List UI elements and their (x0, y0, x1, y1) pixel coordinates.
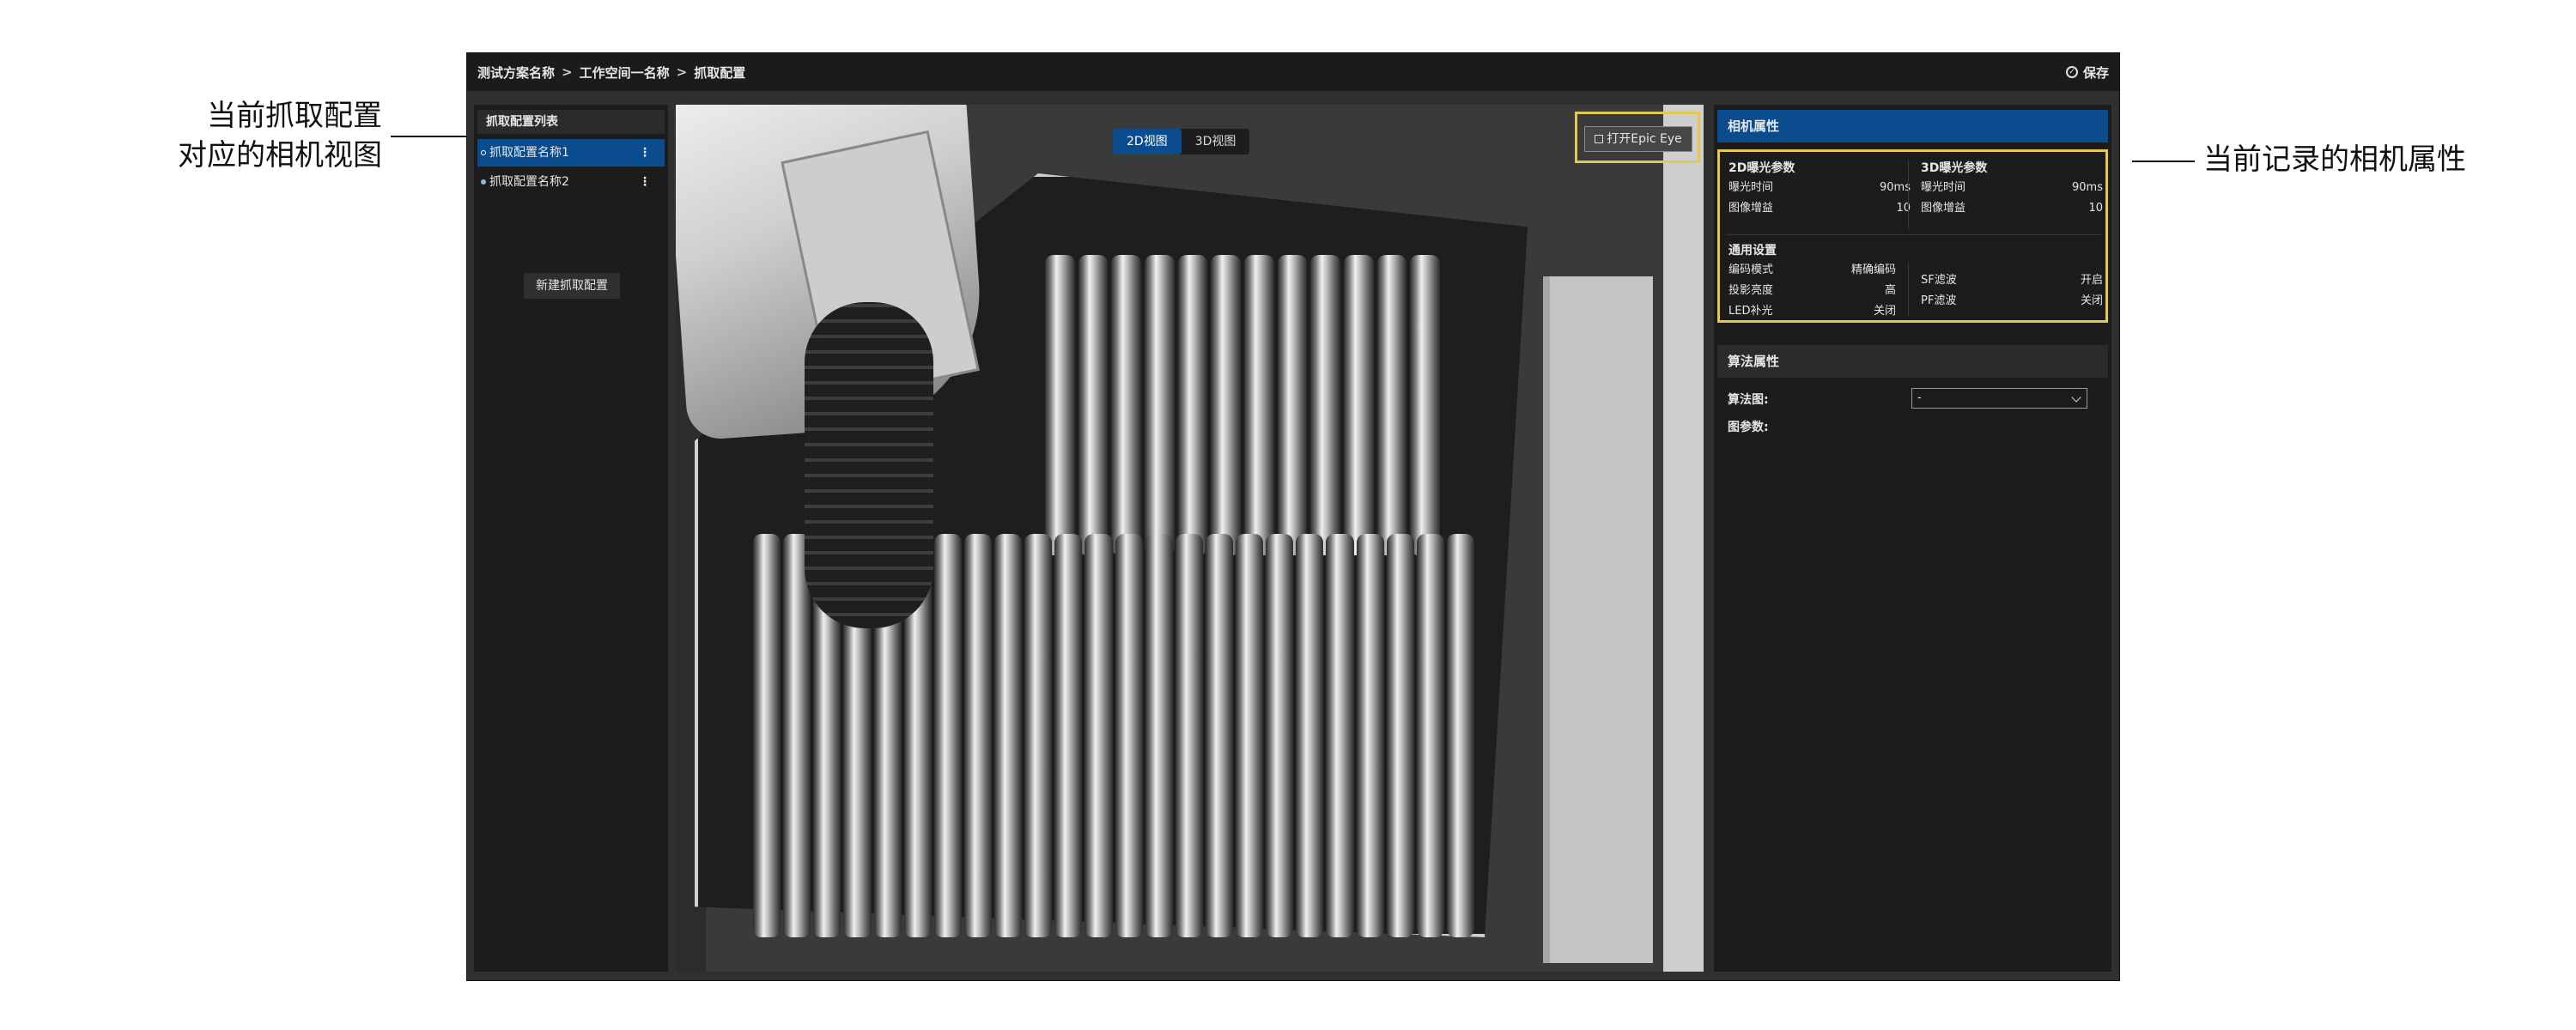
breadcrumb-separator: > (676, 64, 688, 80)
camera-properties-box: 2D曝光参数 曝光时间 90ms 图像增益 10 3D曝光参数 曝光时间 90m… (1717, 149, 2108, 323)
param-label: 图像增益 (1921, 202, 1966, 215)
params-3d: 3D曝光参数 曝光时间 90ms 图像增益 10 (1921, 159, 2103, 219)
open-epic-eye-button[interactable]: 打开Epic Eye (1584, 126, 1692, 152)
divider (1908, 161, 1909, 229)
more-vertical-icon[interactable]: ⋮ (639, 139, 651, 167)
param-label: 曝光时间 (1921, 181, 1966, 194)
general-settings-left: 编码模式 精确编码 投影亮度 高 LED补光 关闭 (1728, 260, 1896, 322)
param-value: 高 (1884, 284, 1896, 297)
dot-icon (481, 179, 486, 185)
params-2d-title: 2D曝光参数 (1728, 161, 1795, 175)
algorithm-map-label: 算法图: (1728, 393, 1769, 407)
param-value: 关闭 (2080, 294, 2103, 307)
algorithm-map-value: - (1917, 391, 1922, 404)
breadcrumb-item-scheme[interactable]: 测试方案名称 (477, 64, 555, 82)
open-epic-eye-label: 打开Epic Eye (1607, 132, 1682, 146)
graph-params-label: 图参数: (1728, 421, 1769, 434)
grab-config-item-label: 抓取配置名称1 (489, 146, 569, 160)
tab-3d-view[interactable]: 3D视图 (1182, 129, 1250, 154)
param-row: 图像增益 10 (1728, 198, 1911, 219)
param-row: 投影亮度 高 (1728, 281, 1896, 301)
camera-view[interactable]: 2D视图 3D视图 打开Epic Eye (676, 105, 1704, 972)
param-label: LED补光 (1728, 305, 1773, 318)
camera-image-rail (1663, 105, 1704, 972)
grab-config-item-label: 抓取配置名称2 (489, 175, 569, 189)
param-value: 关闭 (1873, 305, 1896, 318)
save-button[interactable]: ✓ 保存 (2065, 64, 2109, 82)
open-external-icon (1595, 135, 1604, 143)
param-row: 图像增益 10 (1921, 198, 2103, 219)
camera-image-cable (805, 302, 933, 628)
param-label: PF滤波 (1921, 294, 1957, 307)
param-row: 曝光时间 90ms (1921, 178, 2103, 198)
divider (1908, 264, 1909, 317)
algorithm-map-select[interactable]: - (1911, 388, 2087, 409)
param-value: 精确编码 (1850, 264, 1896, 276)
left-annotation: 当前抓取配置 对应的相机视图 (129, 96, 382, 175)
param-value: 10 (2088, 202, 2103, 215)
param-label: 编码模式 (1728, 264, 1774, 276)
grab-config-item-1[interactable]: 抓取配置名称1 ⋮ (477, 139, 665, 167)
param-row: SF滤波 开启 (1921, 270, 2103, 291)
param-value: 开启 (2080, 274, 2103, 287)
algorithm-properties-title: 算法属性 (1717, 345, 2108, 378)
grab-config-list-title: 抓取配置列表 (477, 110, 665, 134)
chevron-down-icon (2071, 392, 2081, 403)
save-button-label: 保存 (2082, 64, 2109, 81)
camera-properties-title: 相机属性 (1717, 110, 2108, 142)
general-settings-right: SF滤波 开启 PF滤波 关闭 (1921, 270, 2103, 312)
param-label: SF滤波 (1921, 274, 1957, 287)
params-3d-title: 3D曝光参数 (1921, 161, 1988, 175)
param-row: 曝光时间 90ms (1728, 178, 1911, 198)
param-label: 曝光时间 (1728, 181, 1774, 194)
properties-panel: 相机属性 2D曝光参数 曝光时间 90ms 图像增益 10 3D曝光参数 曝光时… (1714, 105, 2111, 972)
app-window: 测试方案名称 > 工作空间一名称 > 抓取配置 ✓ 保存 抓取配置列表 抓取配置… (466, 52, 2120, 981)
param-label: 图像增益 (1728, 202, 1774, 215)
param-value: 90ms (2072, 181, 2103, 194)
param-label: 投影亮度 (1728, 284, 1774, 297)
view-mode-toggle: 2D视图 3D视图 (1113, 129, 1250, 154)
tab-2d-view[interactable]: 2D视图 (1113, 129, 1182, 154)
param-row: 编码模式 精确编码 (1728, 260, 1896, 281)
top-bar: 测试方案名称 > 工作空间一名称 > 抓取配置 ✓ 保存 (467, 53, 2119, 91)
active-dot-icon (481, 150, 486, 155)
breadcrumb-item-current: 抓取配置 (694, 64, 746, 81)
left-annotation-line2: 对应的相机视图 (178, 138, 382, 173)
right-annotation: 当前记录的相机属性 (2203, 142, 2466, 177)
camera-image-rail (1543, 276, 1653, 963)
new-grab-config-button[interactable]: 新建抓取配置 (524, 273, 620, 299)
breadcrumb-item-workspace[interactable]: 工作空间一名称 (580, 64, 670, 82)
left-annotation-line1: 当前抓取配置 (207, 99, 382, 133)
check-circle-icon: ✓ (2065, 66, 2078, 78)
camera-image-cylinders-top (1045, 255, 1441, 555)
param-row: PF滤波 关闭 (1921, 291, 2103, 312)
grab-config-item-2[interactable]: 抓取配置名称2 ⋮ (477, 168, 665, 196)
more-vertical-icon[interactable]: ⋮ (639, 168, 651, 196)
param-value: 90ms (1880, 181, 1911, 194)
params-2d: 2D曝光参数 曝光时间 90ms 图像增益 10 (1728, 159, 1911, 219)
breadcrumb-separator: > (562, 64, 573, 80)
grab-config-panel: 抓取配置列表 抓取配置名称1 ⋮ 抓取配置名称2 ⋮ 新建抓取配置 (474, 105, 668, 972)
epic-eye-highlight: 打开Epic Eye (1575, 112, 1700, 163)
breadcrumb: 测试方案名称 > 工作空间一名称 > 抓取配置 (477, 64, 745, 82)
divider (1727, 234, 2101, 235)
right-annotation-connector (2132, 161, 2195, 162)
param-row: LED补光 关闭 (1728, 301, 1896, 322)
general-settings-title: 通用设置 (1728, 244, 1777, 258)
